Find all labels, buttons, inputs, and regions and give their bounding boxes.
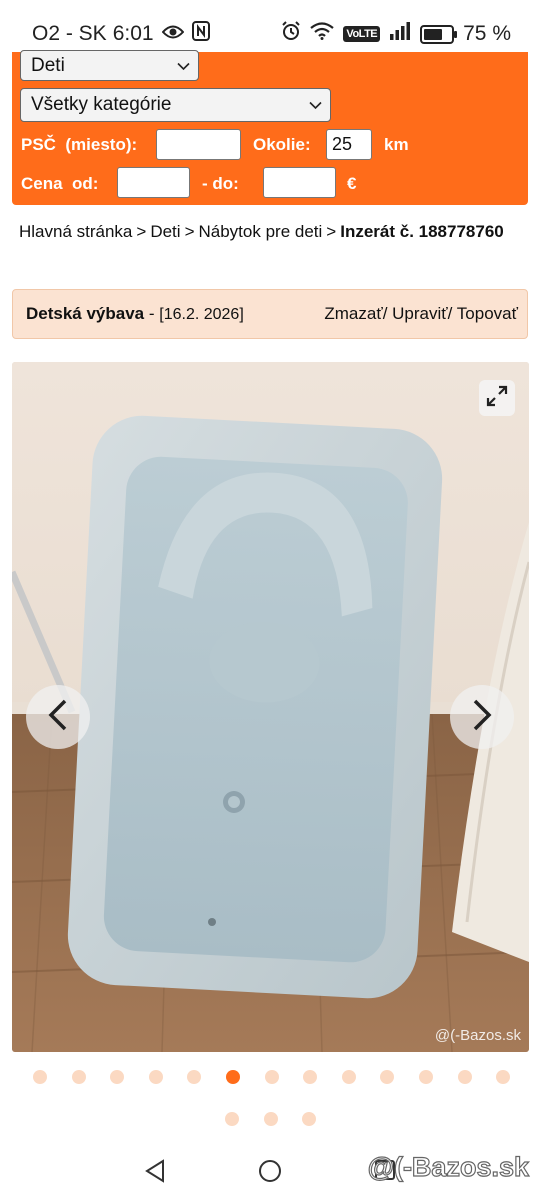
ad-date: [16.2. 2026]	[159, 306, 244, 323]
chevron-right-icon	[471, 698, 493, 737]
home-icon[interactable]	[258, 1159, 282, 1188]
carrier-label: O2 - SK	[32, 22, 107, 45]
pagination-dot[interactable]	[380, 1070, 395, 1084]
psc-label: PSČ (miesto):	[21, 135, 138, 154]
pagination-dot[interactable]	[110, 1070, 125, 1084]
volte-badge: VoLTE	[343, 26, 381, 42]
ad-title: Detská výbava	[26, 304, 145, 323]
cena-to-label: - do:	[202, 174, 239, 193]
clock: 6:01	[112, 22, 154, 45]
pagination-dot[interactable]	[341, 1070, 356, 1084]
delete-link[interactable]: Zmazať	[324, 304, 382, 323]
pagination-dot[interactable]	[33, 1070, 47, 1084]
battery-percent: 75 %	[463, 22, 511, 45]
chevron-left-icon	[47, 698, 69, 737]
breadcrumb-item-deti[interactable]: Deti	[150, 222, 180, 241]
pagination-dot-active[interactable]	[226, 1070, 240, 1084]
nfc-icon	[191, 21, 210, 47]
category-select[interactable]: Všetky kategórie	[20, 88, 331, 122]
pagination-dot[interactable]	[302, 1112, 317, 1126]
wifi-icon	[310, 22, 335, 46]
ad-title-separator: -	[144, 304, 160, 323]
ad-photo[interactable]: @(-Bazos.sk	[12, 362, 529, 1052]
next-image-button[interactable]	[450, 685, 514, 749]
cena-from-input[interactable]	[117, 167, 190, 198]
breadcrumb-separator: >	[136, 222, 147, 241]
top-link[interactable]: Topovať	[457, 304, 518, 323]
okolie-unit: km	[384, 135, 409, 154]
ad-header: Detská výbava - [16.2. 2026] Zmazať/ Upr…	[12, 289, 528, 339]
action-separator: /	[382, 304, 393, 323]
pagination-dot[interactable]	[496, 1070, 511, 1084]
pagination-dot[interactable]	[225, 1112, 239, 1126]
status-bar-left: O2 - SK 6:01	[32, 21, 210, 47]
pagination-dot[interactable]	[419, 1070, 433, 1084]
pagination-dot[interactable]	[148, 1070, 163, 1084]
pagination-dot[interactable]	[263, 1112, 278, 1126]
expand-icon	[485, 384, 509, 413]
okolie-input[interactable]: 25	[326, 129, 372, 160]
pagination-dot[interactable]	[457, 1070, 472, 1084]
back-icon[interactable]	[144, 1159, 166, 1188]
pagination-dot[interactable]	[303, 1070, 318, 1084]
edit-link[interactable]: Upraviť	[392, 304, 448, 323]
pagination-dot[interactable]	[264, 1070, 279, 1084]
chevron-down-icon	[309, 98, 322, 113]
cena-label: Cena od:	[21, 174, 99, 193]
breadcrumb-separator: >	[326, 222, 337, 241]
bazos-watermark: @(-Bazos.sk	[367, 1151, 530, 1182]
photo-watermark: @(-Bazos.sk	[434, 1027, 521, 1044]
cena-to-input[interactable]	[263, 167, 336, 198]
pagination-dot[interactable]	[187, 1070, 202, 1084]
fullscreen-button[interactable]	[479, 380, 515, 416]
battery-icon	[420, 24, 458, 44]
breadcrumb: Hlavná stránka > Deti > Nábytok pre deti > Inz…	[19, 220, 519, 244]
category-select-value: Všetky kategórie	[31, 94, 172, 115]
search-panel: Deti Všetky kategórie PSČ (miesto): Okol…	[12, 50, 528, 205]
ad-title-line: Detská výbava - [16.2. 2026]	[26, 304, 244, 324]
pagination-dot[interactable]	[71, 1070, 86, 1084]
chevron-down-icon	[177, 58, 190, 73]
system-nav-bar: @(-Bazos.sk	[0, 1140, 541, 1200]
status-bar-right: VoLTE 75 %	[281, 21, 511, 47]
alarm-icon	[281, 21, 301, 47]
psc-input[interactable]	[156, 129, 241, 160]
breadcrumb-separator: >	[184, 222, 195, 241]
section-select[interactable]: Deti	[20, 50, 199, 81]
breadcrumb-item-nabytok[interactable]: Nábytok pre deti	[199, 222, 323, 241]
prev-image-button[interactable]	[26, 685, 90, 749]
section-select-value: Deti	[31, 54, 65, 76]
currency-label: €	[347, 174, 357, 193]
breadcrumb-item-home[interactable]: Hlavná stránka	[19, 222, 132, 241]
eye-icon	[161, 22, 184, 46]
breadcrumb-current: Inzerát č. 188778760	[340, 222, 504, 241]
signal-icon	[389, 22, 411, 46]
okolie-label: Okolie:	[253, 135, 311, 154]
action-separator: /	[447, 304, 457, 323]
battery-fill	[424, 28, 443, 40]
ad-actions: Zmazať/ Upraviť/ Topovať	[324, 304, 518, 324]
